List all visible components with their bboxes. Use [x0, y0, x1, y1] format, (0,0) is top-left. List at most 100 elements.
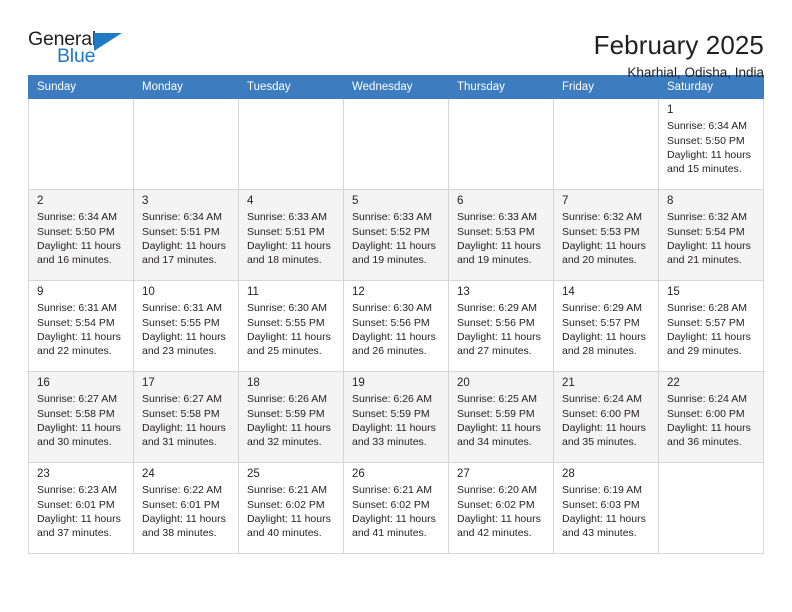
sunrise-time: Sunrise: 6:32 AM — [667, 211, 747, 224]
day-details: Sunrise: 6:24 AM Sunset: 6:00 PM Daylight:… — [667, 392, 757, 449]
sunrise-time: Sunrise: 6:31 AM — [37, 302, 117, 315]
calendar-day-cell[interactable]: 23 Sunrise: 6:23 AM Sunset: 6:01 PM Dayligh… — [28, 462, 134, 554]
calendar-day-cell[interactable]: 21 Sunrise: 6:24 AM Sunset: 6:00 PM Dayligh… — [553, 371, 659, 463]
calendar-cell-content: 13 Sunrise: 6:29 AM Sunset: 5:56 PM Dayligh… — [449, 281, 553, 371]
daylight-duration-line1: Daylight: 11 hours — [37, 330, 121, 343]
daylight-duration-line2: and 32 minutes. — [247, 436, 322, 449]
calendar-day-cell[interactable]: 12 Sunrise: 6:30 AM Sunset: 5:56 PM Dayligh… — [343, 280, 449, 372]
calendar-day-cell[interactable]: 2 Sunrise: 6:34 AM Sunset: 5:50 PM Daylight… — [28, 189, 134, 281]
daylight-duration-line1: Daylight: 11 hours — [352, 330, 436, 343]
day-number: 21 — [562, 377, 575, 389]
daylight-duration-line2: and 19 minutes. — [352, 254, 427, 267]
calendar-day-cell[interactable]: 6 Sunrise: 6:33 AM Sunset: 5:53 PM Daylight… — [448, 189, 554, 281]
calendar-day-cell[interactable]: 7 Sunrise: 6:32 AM Sunset: 5:53 PM Daylight… — [553, 189, 659, 281]
day-number: 14 — [562, 286, 575, 298]
day-details: Sunrise: 6:23 AM Sunset: 6:01 PM Daylight:… — [37, 483, 127, 540]
day-details: Sunrise: 6:19 AM Sunset: 6:03 PM Daylight:… — [562, 483, 652, 540]
calendar-day-cell[interactable]: 8 Sunrise: 6:32 AM Sunset: 5:54 PM Daylight… — [658, 189, 764, 281]
daylight-duration-line2: and 25 minutes. — [247, 345, 322, 358]
sunrise-time: Sunrise: 6:30 AM — [247, 302, 327, 315]
calendar-day-cell[interactable]: 13 Sunrise: 6:29 AM Sunset: 5:56 PM Dayligh… — [448, 280, 554, 372]
day-number: 27 — [457, 468, 470, 480]
calendar-day-cell[interactable]: 18 Sunrise: 6:26 AM Sunset: 5:59 PM Dayligh… — [238, 371, 344, 463]
calendar-day-cell[interactable]: 25 Sunrise: 6:21 AM Sunset: 6:02 PM Dayligh… — [238, 462, 344, 554]
calendar-cell-empty — [553, 98, 659, 190]
sunset-time: Sunset: 5:56 PM — [352, 316, 430, 329]
calendar-cell-content: 3 Sunrise: 6:34 AM Sunset: 5:51 PM Daylight… — [134, 190, 238, 280]
sunrise-time: Sunrise: 6:33 AM — [247, 211, 327, 224]
day-details: Sunrise: 6:32 AM Sunset: 5:54 PM Daylight:… — [667, 210, 757, 267]
daylight-duration-line1: Daylight: 11 hours — [352, 239, 436, 252]
calendar-day-cell[interactable]: 22 Sunrise: 6:24 AM Sunset: 6:00 PM Dayligh… — [658, 371, 764, 463]
calendar-day-cell[interactable]: 4 Sunrise: 6:33 AM Sunset: 5:51 PM Daylight… — [238, 189, 344, 281]
calendar-cell-content: 9 Sunrise: 6:31 AM Sunset: 5:54 PM Daylight… — [29, 281, 133, 371]
calendar-cell-content: 20 Sunrise: 6:25 AM Sunset: 5:59 PM Dayligh… — [449, 372, 553, 462]
calendar-body: 1 Sunrise: 6:34 AM Sunset: 5:50 PM Daylight… — [28, 98, 764, 554]
day-number: 4 — [247, 195, 254, 207]
daylight-duration-line2: and 28 minutes. — [562, 345, 637, 358]
daylight-duration-line2: and 40 minutes. — [247, 527, 322, 540]
daylight-duration-line2: and 35 minutes. — [562, 436, 637, 449]
daylight-duration-line1: Daylight: 11 hours — [457, 330, 541, 343]
calendar-day-cell[interactable]: 9 Sunrise: 6:31 AM Sunset: 5:54 PM Daylight… — [28, 280, 134, 372]
sunset-time: Sunset: 5:50 PM — [37, 225, 115, 238]
calendar-cell-content: 25 Sunrise: 6:21 AM Sunset: 6:02 PM Dayligh… — [239, 463, 343, 553]
calendar-day-cell[interactable]: 15 Sunrise: 6:28 AM Sunset: 5:57 PM Dayligh… — [658, 280, 764, 372]
sunset-time: Sunset: 6:00 PM — [562, 407, 640, 420]
calendar-day-cell[interactable]: 10 Sunrise: 6:31 AM Sunset: 5:55 PM Dayligh… — [133, 280, 239, 372]
calendar-day-cell[interactable]: 11 Sunrise: 6:30 AM Sunset: 5:55 PM Dayligh… — [238, 280, 344, 372]
logo-triangle-icon — [94, 33, 122, 51]
sunset-time: Sunset: 5:54 PM — [667, 225, 745, 238]
calendar-day-cell[interactable]: 19 Sunrise: 6:26 AM Sunset: 5:59 PM Dayligh… — [343, 371, 449, 463]
sunset-time: Sunset: 5:56 PM — [457, 316, 535, 329]
daylight-duration-line1: Daylight: 11 hours — [247, 330, 331, 343]
sunrise-time: Sunrise: 6:29 AM — [457, 302, 537, 315]
calendar-cell-content: 15 Sunrise: 6:28 AM Sunset: 5:57 PM Dayligh… — [659, 281, 763, 371]
day-number: 19 — [352, 377, 365, 389]
day-number: 11 — [247, 286, 259, 298]
weekday-header-monday: Monday — [133, 75, 239, 99]
sunrise-time: Sunrise: 6:21 AM — [247, 484, 327, 497]
day-details: Sunrise: 6:29 AM Sunset: 5:57 PM Daylight:… — [562, 301, 652, 358]
calendar-cell-empty — [28, 98, 134, 190]
calendar-day-cell[interactable]: 26 Sunrise: 6:21 AM Sunset: 6:02 PM Dayligh… — [343, 462, 449, 554]
calendar-day-cell[interactable]: 3 Sunrise: 6:34 AM Sunset: 5:51 PM Daylight… — [133, 189, 239, 281]
daylight-duration-line1: Daylight: 11 hours — [142, 512, 226, 525]
calendar-cell-content: 7 Sunrise: 6:32 AM Sunset: 5:53 PM Daylight… — [554, 190, 658, 280]
calendar-day-cell[interactable]: 16 Sunrise: 6:27 AM Sunset: 5:58 PM Dayligh… — [28, 371, 134, 463]
daylight-duration-line1: Daylight: 11 hours — [247, 512, 331, 525]
calendar-week-row: 23 Sunrise: 6:23 AM Sunset: 6:01 PM Dayligh… — [28, 462, 764, 554]
sunrise-time: Sunrise: 6:33 AM — [457, 211, 537, 224]
daylight-duration-line2: and 43 minutes. — [562, 527, 637, 540]
generalblue-logo[interactable]: General Blue — [28, 29, 140, 76]
sunrise-time: Sunrise: 6:23 AM — [37, 484, 117, 497]
sunset-time: Sunset: 5:57 PM — [562, 316, 640, 329]
calendar-day-cell[interactable]: 17 Sunrise: 6:27 AM Sunset: 5:58 PM Dayligh… — [133, 371, 239, 463]
calendar-cell-empty — [658, 462, 764, 554]
calendar-day-cell[interactable]: 24 Sunrise: 6:22 AM Sunset: 6:01 PM Dayligh… — [133, 462, 239, 554]
calendar-cell-empty — [343, 98, 449, 190]
sunrise-time: Sunrise: 6:34 AM — [142, 211, 222, 224]
calendar-day-cell[interactable]: 28 Sunrise: 6:19 AM Sunset: 6:03 PM Dayligh… — [553, 462, 659, 554]
daylight-duration-line1: Daylight: 11 hours — [562, 421, 646, 434]
calendar-day-cell[interactable]: 27 Sunrise: 6:20 AM Sunset: 6:02 PM Dayligh… — [448, 462, 554, 554]
daylight-duration-line1: Daylight: 11 hours — [457, 239, 541, 252]
calendar-day-cell[interactable]: 14 Sunrise: 6:29 AM Sunset: 5:57 PM Dayligh… — [553, 280, 659, 372]
day-details: Sunrise: 6:27 AM Sunset: 5:58 PM Daylight:… — [37, 392, 127, 449]
day-details: Sunrise: 6:20 AM Sunset: 6:02 PM Daylight:… — [457, 483, 547, 540]
calendar-week-row: 1 Sunrise: 6:34 AM Sunset: 5:50 PM Daylight… — [28, 98, 764, 190]
daylight-duration-line2: and 21 minutes. — [667, 254, 742, 267]
day-number: 6 — [457, 195, 464, 207]
daylight-duration-line1: Daylight: 11 hours — [562, 239, 646, 252]
sunrise-time: Sunrise: 6:24 AM — [667, 393, 747, 406]
calendar-day-cell[interactable]: 20 Sunrise: 6:25 AM Sunset: 5:59 PM Dayligh… — [448, 371, 554, 463]
calendar-day-cell[interactable]: 5 Sunrise: 6:33 AM Sunset: 5:52 PM Daylight… — [343, 189, 449, 281]
calendar-day-cell[interactable]: 1 Sunrise: 6:34 AM Sunset: 5:50 PM Daylight… — [658, 98, 764, 190]
calendar-cell-content: 6 Sunrise: 6:33 AM Sunset: 5:53 PM Daylight… — [449, 190, 553, 280]
daylight-duration-line2: and 20 minutes. — [562, 254, 637, 267]
weekday-header-sunday: Sunday — [28, 75, 134, 99]
sunset-time: Sunset: 6:00 PM — [667, 407, 745, 420]
daylight-duration-line2: and 31 minutes. — [142, 436, 217, 449]
day-number: 16 — [37, 377, 50, 389]
daylight-duration-line1: Daylight: 11 hours — [247, 239, 331, 252]
